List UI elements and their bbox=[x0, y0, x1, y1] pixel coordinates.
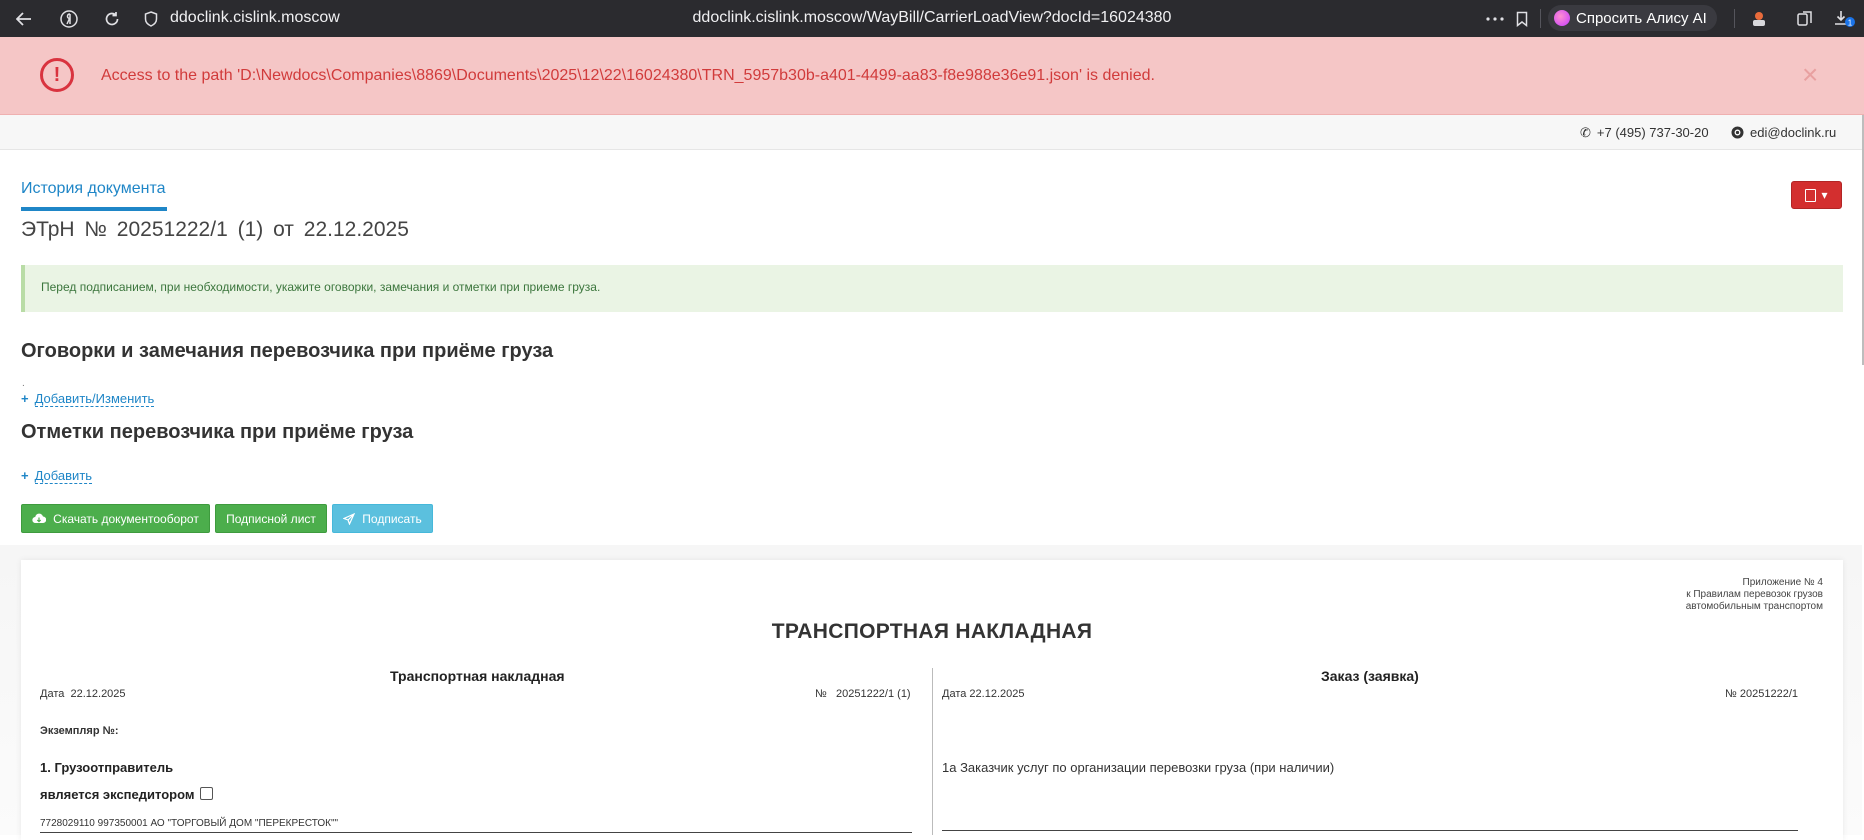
more-options-icon[interactable] bbox=[1480, 0, 1510, 37]
waybill-date-label: Дата bbox=[40, 688, 65, 700]
close-alert-button[interactable]: × bbox=[1802, 61, 1818, 89]
download-docflow-label: Скачать документооборот bbox=[53, 511, 199, 526]
alisa-icon bbox=[1554, 10, 1570, 26]
info-alert: Перед подписанием, при необходимости, ук… bbox=[21, 265, 1843, 312]
waybill-number: № 20251222/1 (1) bbox=[815, 688, 911, 700]
add-marks-link[interactable]: + Добавить bbox=[21, 468, 93, 484]
back-arrow-icon[interactable] bbox=[9, 0, 39, 37]
contact-email[interactable]: edi@doclink.ru bbox=[1731, 125, 1836, 140]
pdf-file-icon bbox=[1805, 188, 1817, 202]
page-title: ЭТрН № 20251222/1 (1) от 22.12.2025 bbox=[21, 218, 409, 242]
order-number-label: № bbox=[1725, 688, 1737, 700]
remarks-content: . bbox=[22, 378, 25, 389]
signature-sheet-label: Подписной лист bbox=[226, 511, 316, 526]
ask-alisa-button[interactable]: Спросить Алису AI bbox=[1548, 5, 1717, 31]
contact-phone-number: +7 (495) 737-30-20 bbox=[1596, 125, 1709, 140]
customer-title: 1а Заказчик услуг по организации перевоз… bbox=[942, 760, 1335, 775]
download-docflow-button[interactable]: Скачать документооборот bbox=[21, 504, 210, 533]
bookmark-icon[interactable] bbox=[1507, 0, 1537, 37]
customer-underline bbox=[942, 830, 1798, 831]
add-marks-label: Добавить bbox=[34, 468, 93, 484]
toolbar-separator bbox=[1734, 9, 1735, 28]
plus-icon: + bbox=[21, 391, 29, 406]
shipper-underline bbox=[40, 832, 912, 833]
tab-document-history[interactable]: История документа bbox=[21, 180, 166, 198]
forwarder-checkbox[interactable] bbox=[200, 787, 214, 800]
appendix-line-2: к Правилам перевозок грузов bbox=[1686, 589, 1823, 600]
appendix-line-1: Приложение № 4 bbox=[1742, 577, 1824, 588]
caret-down-icon: ▾ bbox=[1821, 188, 1828, 202]
sign-label: Подписать bbox=[362, 511, 422, 526]
tab-active-indicator bbox=[21, 207, 167, 211]
doc-number: 20251222/1 (1) bbox=[116, 218, 264, 241]
column-divider bbox=[932, 668, 933, 835]
toolbar-separator bbox=[1540, 9, 1541, 28]
at-sign-icon bbox=[1731, 125, 1744, 140]
cloud-download-icon bbox=[32, 513, 47, 524]
appendix-line-3: автомобильным транспортом bbox=[1685, 601, 1823, 612]
waybill-column-title: Транспортная накладная bbox=[390, 668, 565, 684]
order-date-label: Дата bbox=[942, 688, 967, 700]
error-message: Access to the path 'D:\Newdocs\Companies… bbox=[101, 67, 1155, 84]
plus-icon: + bbox=[21, 468, 29, 483]
contact-strip: ✆ +7 (495) 737-30-20 edi@doclink.ru bbox=[0, 115, 1862, 150]
downloads-icon[interactable]: 1 bbox=[1830, 0, 1860, 37]
phone-icon: ✆ bbox=[1580, 125, 1591, 140]
pdf-export-dropdown-button[interactable]: ▾ bbox=[1791, 181, 1842, 209]
downloads-badge-count: 1 bbox=[1848, 18, 1853, 27]
paper-plane-icon bbox=[343, 512, 356, 525]
document-main-title: ТРАНСПОРТНАЯ НАКЛАДНАЯ bbox=[771, 620, 1093, 643]
order-column-title: Заказ (заявка) bbox=[1321, 668, 1419, 684]
reload-icon[interactable] bbox=[97, 0, 127, 37]
shipper-value: 7728029110 997350001 АО "ТОРГОВЫЙ ДОМ "П… bbox=[40, 818, 339, 829]
collections-icon[interactable] bbox=[1790, 0, 1820, 37]
waybill-number-label: № bbox=[815, 688, 827, 700]
order-number-value: 20251222/1 bbox=[1739, 688, 1798, 700]
forwarder-row: является экспедитором bbox=[40, 787, 214, 802]
contact-email-address: edi@doclink.ru bbox=[1750, 125, 1837, 140]
marks-section-title: Отметки перевозчика при приёме груза bbox=[21, 421, 414, 443]
doc-date: 22.12.2025 bbox=[303, 218, 409, 241]
add-edit-remarks-label: Добавить/Изменить bbox=[34, 391, 155, 407]
contact-phone: ✆ +7 (495) 737-30-20 bbox=[1580, 125, 1709, 141]
exclamation-circle-icon: ! bbox=[40, 58, 74, 92]
waybill-date-value: 22.12.2025 bbox=[70, 688, 126, 700]
doc-prefix: ЭТрН № bbox=[21, 218, 107, 241]
address-bar-domain[interactable]: ddoclink.cislink.moscow bbox=[170, 9, 340, 27]
add-edit-remarks-link[interactable]: + Добавить/Изменить bbox=[21, 391, 155, 407]
yandex-logo-icon[interactable] bbox=[54, 0, 84, 37]
appendix-note: Приложение № 4 к Правилам перевозок груз… bbox=[1600, 577, 1823, 613]
order-date: Дата 22.12.2025 bbox=[942, 688, 1024, 700]
doc-from: от bbox=[273, 218, 294, 241]
browser-toolbar: ddoclink.cislink.moscow ddoclink.cislink… bbox=[0, 0, 1864, 37]
order-number: № 20251222/1 bbox=[1725, 688, 1798, 700]
forwarder-label: является экспедитором bbox=[40, 787, 195, 802]
order-date-value: 22.12.2025 bbox=[969, 688, 1025, 700]
copy-number-label: Экземпляр №: bbox=[40, 725, 119, 737]
ask-alisa-label: Спросить Алису AI bbox=[1576, 9, 1707, 27]
waybill-number-value: 20251222/1 (1) bbox=[835, 688, 911, 700]
remarks-section-title: Оговорки и замечания перевозчика при при… bbox=[21, 340, 554, 362]
site-security-icon[interactable] bbox=[136, 0, 166, 37]
extension-icon[interactable] bbox=[1744, 0, 1774, 37]
shipper-title: 1. Грузоотправитель bbox=[40, 760, 174, 775]
waybill-date: Дата 22.12.2025 bbox=[40, 688, 126, 700]
sign-button[interactable]: Подписать bbox=[332, 504, 433, 533]
error-alert: ! Access to the path 'D:\Newdocs\Compani… bbox=[0, 37, 1864, 115]
signature-sheet-button[interactable]: Подписной лист bbox=[215, 504, 327, 533]
